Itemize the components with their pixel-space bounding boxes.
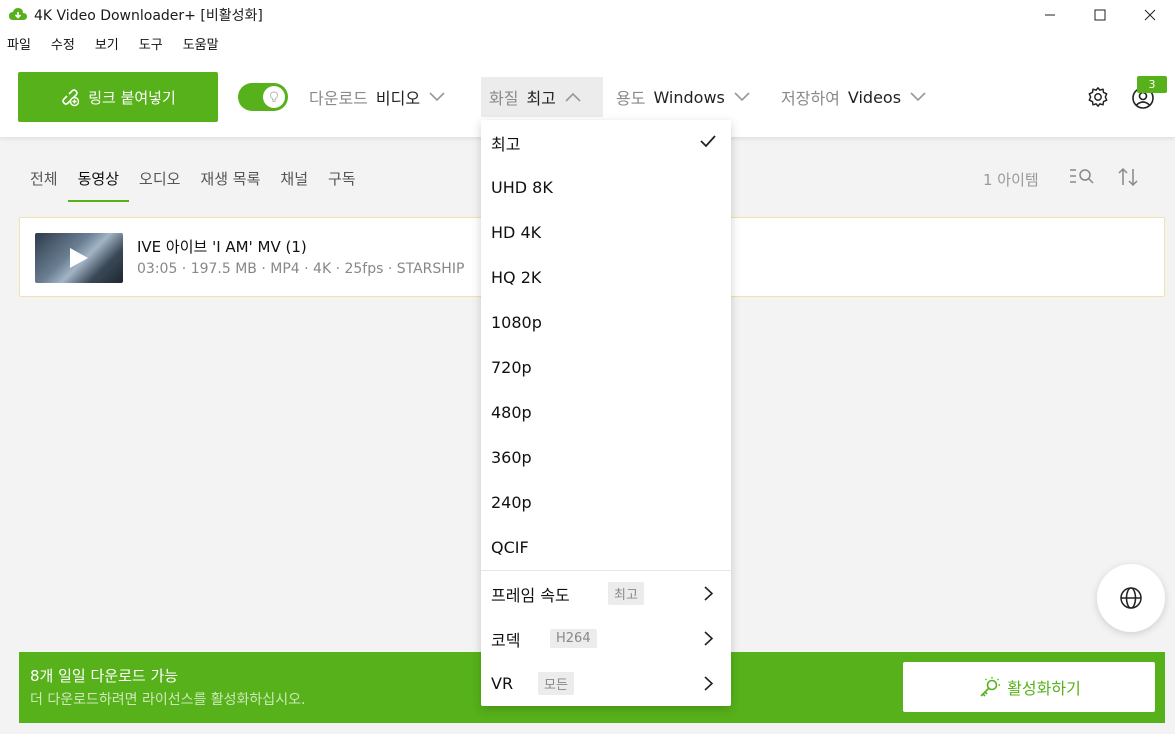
framerate-value: 최고 bbox=[608, 582, 644, 605]
chevron-up-icon bbox=[565, 92, 581, 102]
quality-option[interactable]: UHD 8K bbox=[481, 165, 731, 210]
menu-view[interactable]: 보기 bbox=[95, 34, 119, 53]
item-title: IVE 아이브 'I AM' MV (1) bbox=[137, 238, 307, 256]
chevron-right-icon bbox=[704, 631, 713, 646]
minimize-icon bbox=[1045, 14, 1055, 16]
close-icon bbox=[1144, 9, 1156, 21]
vr-value: 모든 bbox=[538, 672, 574, 695]
quality-option-label: 720p bbox=[491, 358, 532, 377]
quality-option[interactable]: 360p bbox=[481, 435, 731, 480]
menu-file[interactable]: 파일 bbox=[7, 34, 31, 53]
link-plus-icon bbox=[62, 89, 80, 107]
tab-channel[interactable]: 채널 bbox=[270, 160, 318, 202]
quality-option-label: 240p bbox=[491, 493, 532, 512]
minimize-button[interactable] bbox=[1025, 0, 1075, 30]
quality-option[interactable]: 1080p bbox=[481, 300, 731, 345]
close-button[interactable] bbox=[1125, 0, 1175, 30]
video-thumbnail[interactable] bbox=[35, 233, 123, 283]
purpose-value: Windows bbox=[653, 87, 725, 107]
item-meta: 03:05 · 197.5 MB · MP4 · 4K · 25fps · ST… bbox=[137, 261, 465, 277]
purpose-label: 용도 bbox=[616, 89, 646, 108]
gear-icon[interactable] bbox=[1087, 86, 1109, 108]
activate-label: 활성화하기 bbox=[1007, 679, 1081, 698]
play-icon bbox=[70, 248, 88, 268]
filter-tabs: 전체 동영상 오디오 재생 목록 채널 구독 bbox=[20, 160, 366, 204]
tab-video[interactable]: 동영상 bbox=[67, 160, 130, 202]
tab-subscription[interactable]: 구독 bbox=[318, 160, 366, 202]
quality-option-label: HQ 2K bbox=[491, 268, 542, 287]
quality-select[interactable]: 화질 최고 bbox=[481, 77, 603, 117]
chevron-right-icon bbox=[704, 586, 713, 601]
quality-dropdown: 최고 UHD 8K HD 4K HQ 2K 1080p 720p 480p 36… bbox=[481, 120, 731, 706]
smart-mode-toggle[interactable] bbox=[238, 83, 288, 111]
quality-option-label: 480p bbox=[491, 403, 532, 422]
sort-icon[interactable] bbox=[1117, 166, 1139, 188]
checkmark-icon bbox=[700, 135, 716, 148]
maximize-icon bbox=[1094, 9, 1106, 21]
tab-audio[interactable]: 오디오 bbox=[129, 160, 190, 202]
window-title: 4K Video Downloader+ [비활성화] bbox=[34, 8, 263, 24]
activate-button[interactable]: 활성화하기 bbox=[903, 662, 1155, 712]
framerate-label: 프레임 속도 bbox=[491, 585, 570, 605]
quality-option-label: HD 4K bbox=[491, 223, 542, 242]
maximize-button[interactable] bbox=[1075, 0, 1125, 30]
toggle-knob bbox=[263, 86, 285, 108]
paste-link-button[interactable]: 링크 붙여넣기 bbox=[18, 72, 218, 122]
quality-option[interactable]: 480p bbox=[481, 390, 731, 435]
item-count: 1 아이템 bbox=[983, 171, 1039, 189]
paste-link-label: 링크 붙여넣기 bbox=[88, 88, 176, 107]
quality-option-label: 1080p bbox=[491, 313, 542, 332]
quality-label: 화질 bbox=[489, 89, 519, 108]
quality-option[interactable]: 240p bbox=[481, 480, 731, 525]
quality-option-label: QCIF bbox=[491, 538, 529, 557]
framerate-submenu[interactable]: 프레임 속도 최고 bbox=[481, 571, 731, 616]
title-bar: 4K Video Downloader+ [비활성화] bbox=[0, 0, 1175, 30]
tab-playlist[interactable]: 재생 목록 bbox=[190, 160, 270, 202]
download-type-value: 비디오 bbox=[375, 89, 421, 108]
tab-all[interactable]: 전체 bbox=[20, 160, 68, 202]
vr-submenu[interactable]: VR 모든 bbox=[481, 661, 731, 706]
vr-label: VR bbox=[491, 674, 514, 693]
save-location-select[interactable]: 저장하여 Videos bbox=[773, 77, 934, 117]
chevron-down-icon bbox=[429, 92, 445, 102]
banner-subtitle: 더 다운로드하려면 라이선스를 활성화하십시오. bbox=[30, 692, 306, 708]
codec-label: 코덱 bbox=[491, 630, 521, 650]
quality-option[interactable]: 최고 bbox=[481, 120, 731, 165]
quality-option-label: UHD 8K bbox=[491, 178, 553, 197]
globe-icon bbox=[1120, 587, 1142, 609]
chevron-down-icon bbox=[910, 92, 926, 102]
menu-bar: 파일 수정 보기 도구 도움말 bbox=[0, 30, 1175, 57]
quality-option-label: 최고 bbox=[491, 134, 521, 154]
banner-title: 8개 일일 다운로드 가능 bbox=[30, 667, 179, 685]
quality-option[interactable]: HD 4K bbox=[481, 210, 731, 255]
browser-button[interactable] bbox=[1097, 564, 1165, 632]
chevron-right-icon bbox=[704, 676, 713, 691]
save-location-value: Videos bbox=[847, 87, 902, 107]
download-type-select[interactable]: 다운로드 비디오 bbox=[301, 77, 453, 117]
menu-tools[interactable]: 도구 bbox=[139, 34, 163, 53]
quality-option-label: 360p bbox=[491, 448, 532, 467]
quality-option[interactable]: 720p bbox=[481, 345, 731, 390]
codec-submenu[interactable]: 코덱 H264 bbox=[481, 616, 731, 661]
notification-badge: 3 bbox=[1137, 76, 1167, 93]
download-type-label: 다운로드 bbox=[309, 89, 368, 108]
quality-option[interactable]: HQ 2K bbox=[481, 255, 731, 300]
search-list-icon[interactable] bbox=[1069, 167, 1095, 187]
codec-value: H264 bbox=[550, 629, 597, 648]
quality-option[interactable]: QCIF bbox=[481, 525, 731, 570]
app-logo-icon bbox=[9, 8, 27, 20]
key-icon bbox=[980, 677, 1001, 697]
quality-value: 최고 bbox=[526, 89, 556, 108]
menu-edit[interactable]: 수정 bbox=[51, 34, 75, 53]
save-location-label: 저장하여 bbox=[781, 89, 840, 108]
menu-help[interactable]: 도움말 bbox=[183, 34, 219, 53]
chevron-down-icon bbox=[734, 92, 750, 102]
lightbulb-icon bbox=[269, 91, 279, 102]
purpose-select[interactable]: 용도 Windows bbox=[608, 77, 758, 117]
window-controls bbox=[1025, 0, 1175, 30]
